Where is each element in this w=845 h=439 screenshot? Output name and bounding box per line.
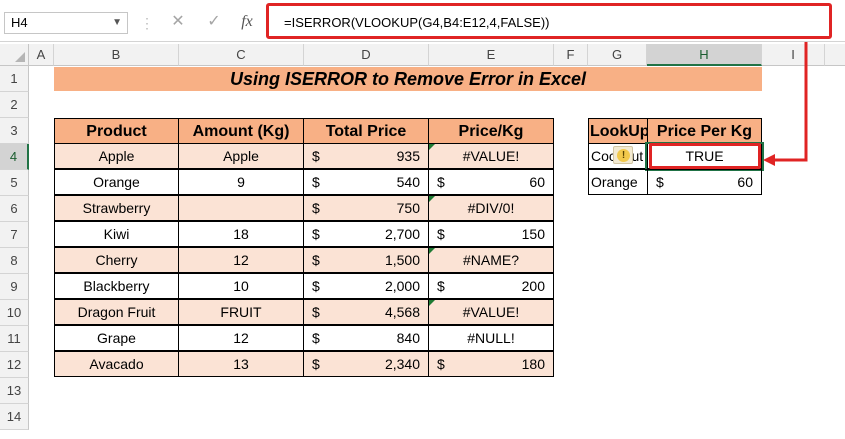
arrow-line (770, 42, 808, 162)
arrow-head (763, 154, 775, 166)
annotation-arrow (763, 42, 808, 166)
